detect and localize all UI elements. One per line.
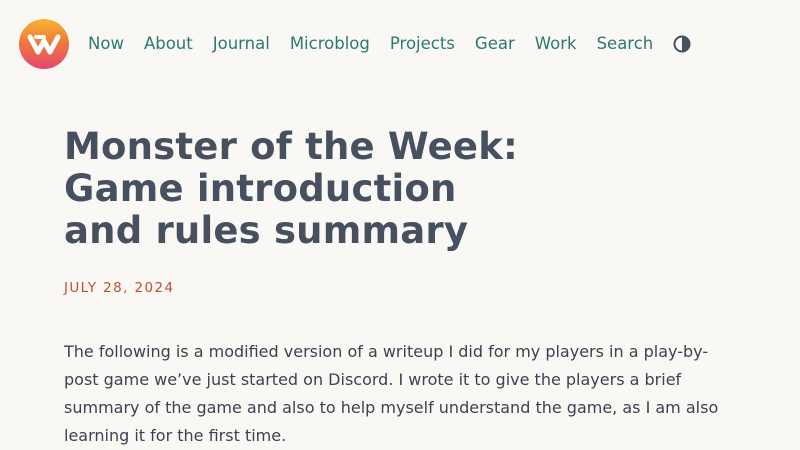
intro-paragraph: The following is a modified version of a… <box>64 342 719 445</box>
page-title: Monster of the Week: Game introduction a… <box>64 126 584 252</box>
title-line-1: Monster of the Week: <box>64 125 518 168</box>
nav-link-microblog[interactable]: Microblog <box>290 32 370 56</box>
half-circle-contrast-icon <box>673 35 691 53</box>
post-date: JULY 28, 2024 <box>64 280 175 296</box>
nav-link-about[interactable]: About <box>144 32 193 56</box>
nav-link-gear[interactable]: Gear <box>475 32 515 56</box>
logo-mark-icon <box>27 34 61 55</box>
nav-link-work[interactable]: Work <box>535 32 577 56</box>
nav-link-now[interactable]: Now <box>88 32 124 56</box>
nav-link-projects[interactable]: Projects <box>390 32 455 56</box>
title-line-3: and rules summary <box>64 209 469 252</box>
site-header: Now About Journal Microblog Projects Gea… <box>0 0 800 88</box>
article: Monster of the Week: Game introduction a… <box>64 126 744 450</box>
theme-toggle-button[interactable] <box>673 35 691 53</box>
site-logo[interactable] <box>19 19 69 69</box>
nav-link-search[interactable]: Search <box>597 32 654 56</box>
title-line-2: Game introduction <box>64 167 457 210</box>
main-nav: Now About Journal Microblog Projects Gea… <box>88 32 691 56</box>
nav-link-journal[interactable]: Journal <box>213 32 270 56</box>
